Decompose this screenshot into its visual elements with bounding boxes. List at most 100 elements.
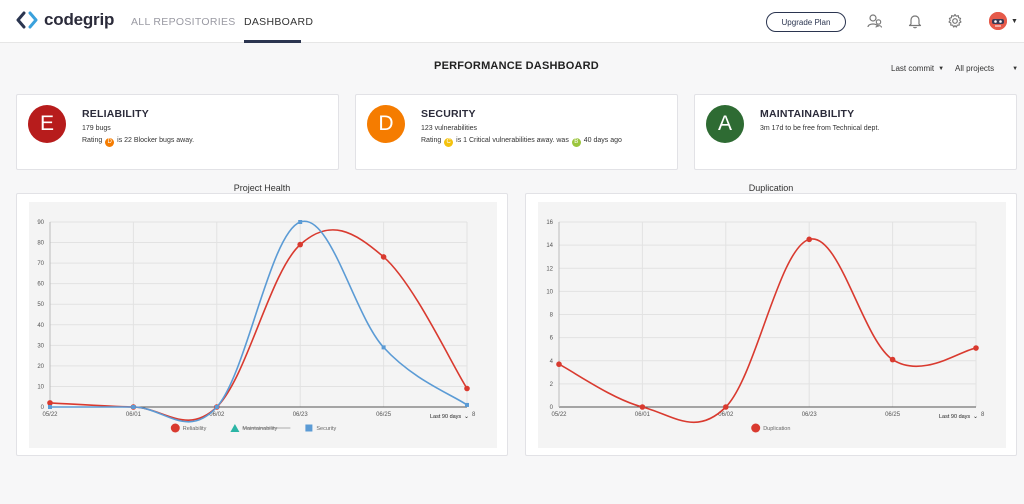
legend-marker-circle (751, 423, 761, 433)
x-tick-label: 06/01 (635, 412, 651, 418)
codegrip-logo-icon (16, 11, 38, 29)
project-health-title: Project Health (233, 183, 291, 193)
x-tick-label: 06/25 (376, 412, 392, 418)
rating-prefix: Rating (82, 137, 103, 144)
data-point[interactable] (723, 404, 729, 410)
y-tick-label: 30 (37, 343, 44, 349)
data-point[interactable] (214, 405, 219, 409)
maintainability-card[interactable]: A MAINTAINABILITY 3m 17d to be free from… (694, 94, 1017, 170)
y-tick-label: 80 (37, 241, 44, 247)
logo[interactable]: codegrip (16, 10, 114, 30)
y-tick-label: 70 (37, 261, 44, 267)
bell-icon[interactable] (907, 13, 923, 29)
security-rating-line: Rating C is 1 Critical vulnerabilities a… (421, 137, 622, 147)
security-card[interactable]: D SECURITY 123 vulnerabilities Rating C … (355, 94, 678, 170)
maintainability-title: MAINTAINABILITY (760, 108, 855, 120)
reliability-rating-line: Rating D is 22 Blocker bugs away. (82, 137, 194, 147)
project-health-chart: 010203040506070809005/22 06/01 06/02 06/23 0… (29, 202, 497, 448)
last-commit-label: Last commit (891, 64, 935, 73)
duplication-chart: 024681012141605/22 06/01 06/02 06/23 06/25 La… (538, 202, 1006, 448)
y-tick-label: 50 (37, 302, 44, 308)
security-grade-badge: D (367, 105, 405, 143)
legend-item-security[interactable]: Security (305, 424, 337, 433)
y-tick-label: 10 (546, 289, 553, 295)
last-commit-dropdown[interactable]: Last commit ▼ (891, 64, 944, 73)
data-point[interactable] (297, 241, 304, 248)
upgrade-plan-button[interactable]: Upgrade Plan (766, 12, 846, 32)
maintainability-debt: 3m 17d to be free from Technical dept. (760, 125, 880, 132)
data-point[interactable] (131, 405, 136, 409)
x-tick-label: 06/01 (126, 412, 142, 418)
duplication-title: Duplication (748, 183, 794, 193)
chevron-down-icon: ▼ (1012, 66, 1019, 72)
legend-label: Maintainability (242, 426, 277, 432)
legend-marker-circle (170, 423, 180, 433)
security-title: SECURITY (421, 108, 476, 120)
x-tick-label: 06/02 (718, 412, 734, 418)
chevron-down-icon[interactable]: ⌄ (973, 414, 978, 420)
rating-badge: D (105, 138, 115, 147)
previous-rating-text: 40 days ago (583, 137, 622, 144)
nav-all-repositories[interactable]: ALL REPOSITORIES (131, 16, 236, 28)
nav-dashboard[interactable]: DASHBOARD (244, 16, 313, 28)
y-tick-label: 60 (37, 282, 44, 288)
data-point[interactable] (465, 402, 469, 407)
top-navbar: codegrip ALL REPOSITORIES DASHBOARD Upgr… (0, 0, 1024, 43)
reliability-count: 179 bugs (82, 125, 111, 132)
reliability-card[interactable]: E RELIABILITY 179 bugs Rating D is 22 Bl… (16, 94, 339, 170)
avatar-dropdown-icon[interactable]: ▼ (1011, 18, 1018, 25)
data-point[interactable] (889, 356, 896, 363)
security-count: 123 vulnerabilities (421, 125, 478, 132)
rating-text: is 1 Critical vulnerabilities away. was (456, 137, 569, 144)
duplication-chart-card: 0 2 4 6 8 10 12 14 16 05/22 06/01 06/02 06/23 06/25 La… (525, 193, 1017, 456)
avatar-face-icon (989, 12, 1007, 30)
range-dropdown-label[interactable]: Last 90 days (430, 414, 461, 420)
previous-rating-badge: B (571, 138, 581, 147)
legend-label: Reliability (183, 426, 207, 432)
range-dropdown-label[interactable]: Last 90 days (939, 414, 970, 420)
data-point[interactable] (464, 385, 470, 392)
x-tick-label: 05/22 (42, 412, 58, 418)
legend-label: Security (316, 426, 336, 432)
reliability-grade-badge: E (28, 105, 66, 143)
x-tick-label: 06/23 (293, 412, 309, 418)
all-projects-dropdown[interactable]: All projects ▼ (955, 64, 1018, 73)
legend-marker-square (305, 424, 313, 432)
avatar[interactable] (989, 12, 1007, 30)
rating-prefix: Rating (421, 137, 442, 144)
plot-background (538, 202, 1006, 448)
data-point[interactable] (48, 405, 52, 409)
page-title: PERFORMANCE DASHBOARD (434, 60, 599, 72)
y-tick-label: 40 (37, 323, 44, 329)
all-projects-label: All projects (955, 64, 995, 73)
data-point[interactable] (973, 345, 979, 351)
data-point[interactable] (556, 361, 562, 368)
y-tick-label: 16 (546, 220, 553, 226)
y-tick-label: 20 (37, 364, 44, 370)
chevron-down-icon: ▼ (938, 66, 945, 72)
x-tick-label: 06/25 (885, 412, 901, 418)
project-health-chart-card: 0 10 20 30 40 50 60 70 80 90 05/22 06/01 06/02 06/23 0… (16, 193, 508, 456)
y-tick-label: 90 (37, 220, 44, 226)
data-point[interactable] (806, 236, 812, 243)
logo-text: codegrip (44, 10, 115, 29)
legend-label: Duplication (763, 426, 790, 432)
data-point[interactable] (298, 220, 303, 224)
rating-text: is 22 Blocker bugs away. (117, 137, 195, 144)
gear-icon[interactable] (947, 13, 963, 29)
reliability-title: RELIABILITY (82, 108, 149, 120)
y-tick-label: 12 (546, 266, 553, 272)
data-point[interactable] (381, 345, 386, 350)
chevron-down-icon[interactable]: ⌄ (464, 414, 469, 420)
rating-badge: C (444, 138, 454, 147)
maintainability-grade-badge: A (706, 105, 744, 143)
y-tick-label: 10 (37, 384, 44, 390)
data-point[interactable] (380, 254, 387, 260)
x-tick-label: 06/23 (802, 412, 818, 418)
data-point[interactable] (639, 404, 646, 410)
nav-active-indicator (244, 40, 301, 43)
y-tick-label: 14 (546, 243, 553, 249)
x-tick-label: 05/22 (551, 412, 567, 418)
team-icon[interactable] (867, 13, 883, 29)
data-point[interactable] (47, 400, 53, 406)
